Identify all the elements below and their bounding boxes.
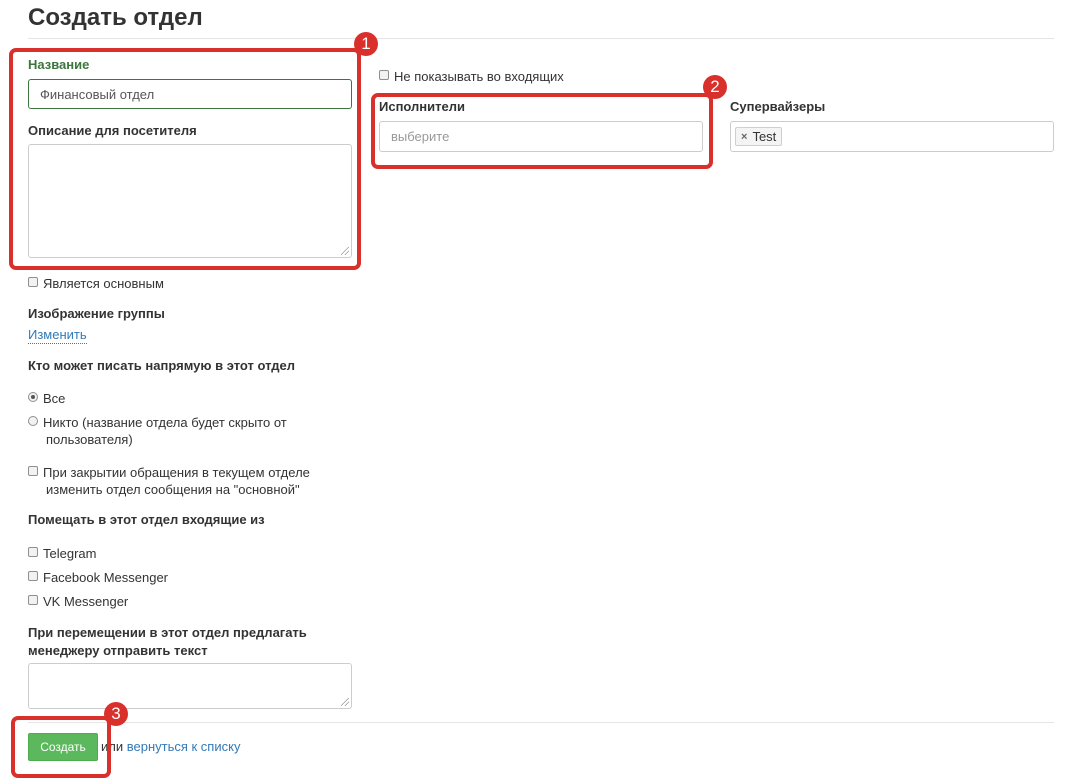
resize-grip-icon[interactable] bbox=[341, 698, 349, 706]
title-divider bbox=[28, 38, 1054, 39]
channel-telegram-checkbox[interactable]: Telegram bbox=[28, 545, 96, 562]
annotation-box-2 bbox=[371, 93, 713, 169]
footer-divider bbox=[28, 722, 1054, 723]
supervisor-tag-label: Test bbox=[752, 129, 777, 144]
checkbox-icon[interactable] bbox=[28, 277, 38, 287]
supervisors-label: Супервайзеры bbox=[730, 99, 826, 114]
footer-text: или вернуться к списку bbox=[101, 739, 240, 754]
suggest-text-textarea[interactable] bbox=[28, 663, 352, 709]
annotation-badge-3: 3 bbox=[104, 702, 128, 726]
radio-nobody[interactable]: Никто (название отдела будет скрыто от п… bbox=[28, 414, 287, 448]
on-close-checkbox[interactable]: При закрытии обращения в текущем отделе … bbox=[28, 464, 310, 498]
hide-incoming-checkbox[interactable]: Не показывать во входящих bbox=[379, 68, 564, 85]
back-to-list-link[interactable]: вернуться к списку bbox=[127, 739, 241, 754]
channel-label: Telegram bbox=[43, 546, 97, 561]
suggest-text-label: При перемещении в этот отдел предлагать … bbox=[28, 625, 307, 658]
radio-everyone[interactable]: Все bbox=[28, 390, 65, 407]
radio-icon[interactable] bbox=[28, 416, 38, 426]
is-main-checkbox[interactable]: Является основным bbox=[28, 275, 164, 292]
page-title: Создать отдел bbox=[28, 4, 203, 31]
supervisor-tag: × Test bbox=[735, 127, 783, 146]
checkbox-icon[interactable] bbox=[379, 70, 389, 80]
radio-nobody-label: Никто (название отдела будет скрыто от п… bbox=[43, 415, 287, 447]
is-main-label: Является основным bbox=[43, 276, 164, 291]
on-close-label: При закрытии обращения в текущем отделе … bbox=[43, 465, 310, 497]
annotation-badge-1: 1 bbox=[354, 32, 378, 56]
annotation-box-1 bbox=[9, 48, 361, 270]
change-image-link[interactable]: Изменить bbox=[28, 327, 87, 344]
hide-incoming-label: Не показывать во входящих bbox=[394, 69, 564, 84]
who-can-write-label: Кто может писать напрямую в этот отдел bbox=[28, 358, 296, 373]
channel-vk-checkbox[interactable]: VK Messenger bbox=[28, 593, 128, 610]
annotation-box-3 bbox=[11, 716, 111, 778]
checkbox-icon[interactable] bbox=[28, 571, 38, 581]
group-image-label: Изображение группы bbox=[28, 306, 165, 321]
channel-label: VK Messenger bbox=[43, 594, 129, 609]
radio-everyone-label: Все bbox=[43, 391, 66, 406]
supervisors-select[interactable]: × Test bbox=[730, 121, 1054, 152]
checkbox-icon[interactable] bbox=[28, 466, 38, 476]
remove-tag-icon[interactable]: × bbox=[741, 131, 747, 143]
checkbox-icon[interactable] bbox=[28, 595, 38, 605]
incoming-from-label: Помещать в этот отдел входящие из bbox=[28, 512, 265, 527]
channel-facebook-checkbox[interactable]: Facebook Messenger bbox=[28, 569, 168, 586]
annotation-badge-2: 2 bbox=[703, 75, 727, 99]
radio-selected-icon[interactable] bbox=[28, 392, 38, 402]
channel-label: Facebook Messenger bbox=[43, 570, 169, 585]
checkbox-icon[interactable] bbox=[28, 547, 38, 557]
